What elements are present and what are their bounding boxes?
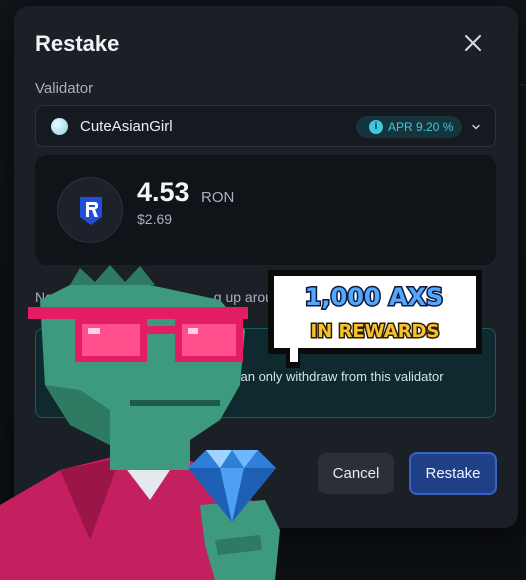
cancel-button[interactable]: Cancel [318,453,394,494]
apr-value: APR 9.20 % [388,120,454,134]
info-icon[interactable]: i [369,120,383,134]
validator-name: CuteAsianGirl [80,118,173,135]
amount-card: 4.53 RON $2.69 [35,155,496,265]
validator-select[interactable]: CuteAsianGirl i APR 9.20 % [35,105,496,147]
close-button[interactable] [460,30,486,56]
chevron-down-icon[interactable] [470,121,482,133]
amount-value: 4.53 [137,177,190,207]
restake-button[interactable]: Restake [409,452,497,495]
validator-label: Validator [35,80,94,97]
close-icon[interactable] [460,30,486,56]
notice-text: can only withdraw from this validator [234,369,444,384]
apr-badge: i APR 9.20 % [356,116,462,138]
ronin-logo-icon [80,197,102,225]
background-fragment [520,84,526,86]
amount-usd-value: $2.69 [137,211,173,227]
validator-avatar-icon [51,118,68,135]
modal-title: Restake [35,31,120,56]
restake-modal: Restake Validator CuteAsianGirl i APR 9.… [14,6,518,528]
next-reward-text-start: Next [35,289,64,305]
amount-unit: RON [201,189,235,206]
next-reward-text-end: g up arou [213,289,273,305]
next-reward-text: Next g up arou [35,289,290,305]
ronin-token-icon [57,177,123,243]
withdraw-notice: can only withdraw from this validator [35,328,496,418]
